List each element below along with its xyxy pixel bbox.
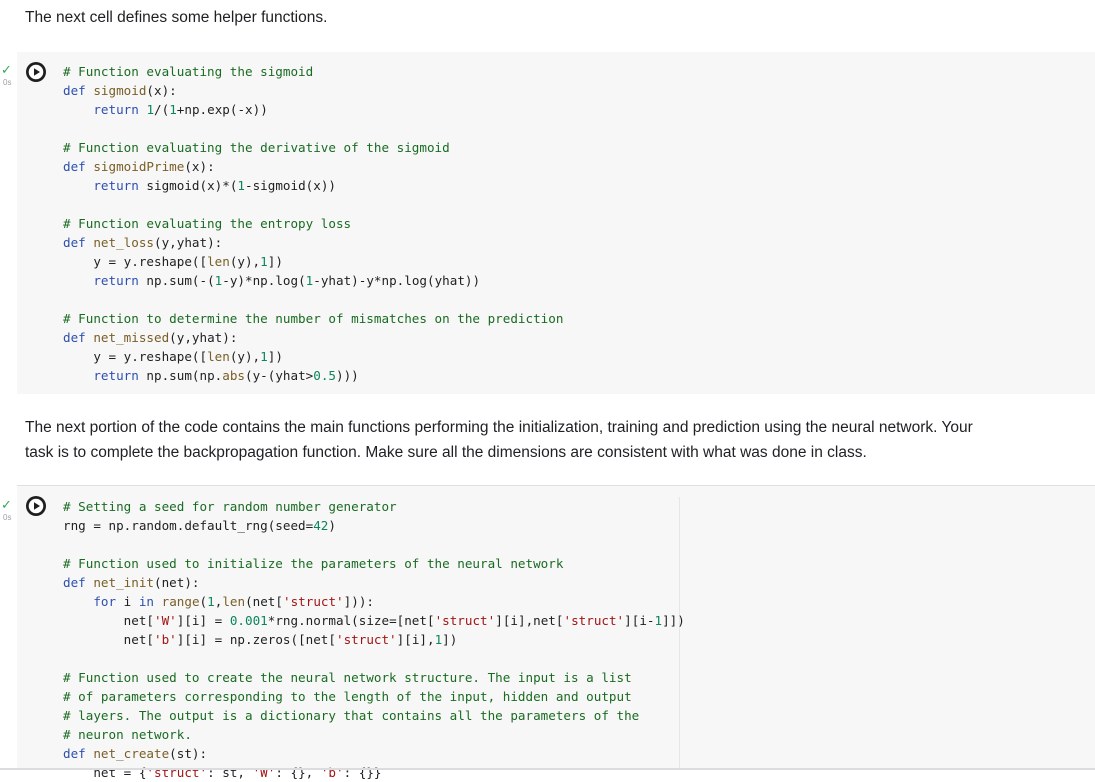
markdown-portion-line-1: The next portion of the code contains th… — [25, 419, 973, 436]
markdown-portion-line-2: task is to complete the backpropagation … — [25, 444, 867, 461]
run-cell-button[interactable] — [26, 496, 46, 516]
cell-status: ✓ 0s — [1, 499, 15, 522]
play-icon — [27, 63, 45, 81]
run-cell-button[interactable] — [26, 62, 46, 82]
execution-time: 0s — [3, 513, 12, 522]
markdown-helper-intro: The next cell defines some helper functi… — [25, 9, 328, 26]
checkmark-icon: ✓ — [1, 63, 12, 78]
cell-status: ✓ 0s — [1, 64, 15, 87]
execution-time: 0s — [3, 78, 12, 87]
checkmark-icon: ✓ — [1, 498, 12, 513]
play-icon — [27, 497, 45, 515]
code-editor-network[interactable]: # Setting a seed for random number gener… — [63, 497, 685, 782]
code-editor-helpers[interactable]: # Function evaluating the sigmoid def si… — [63, 62, 563, 385]
